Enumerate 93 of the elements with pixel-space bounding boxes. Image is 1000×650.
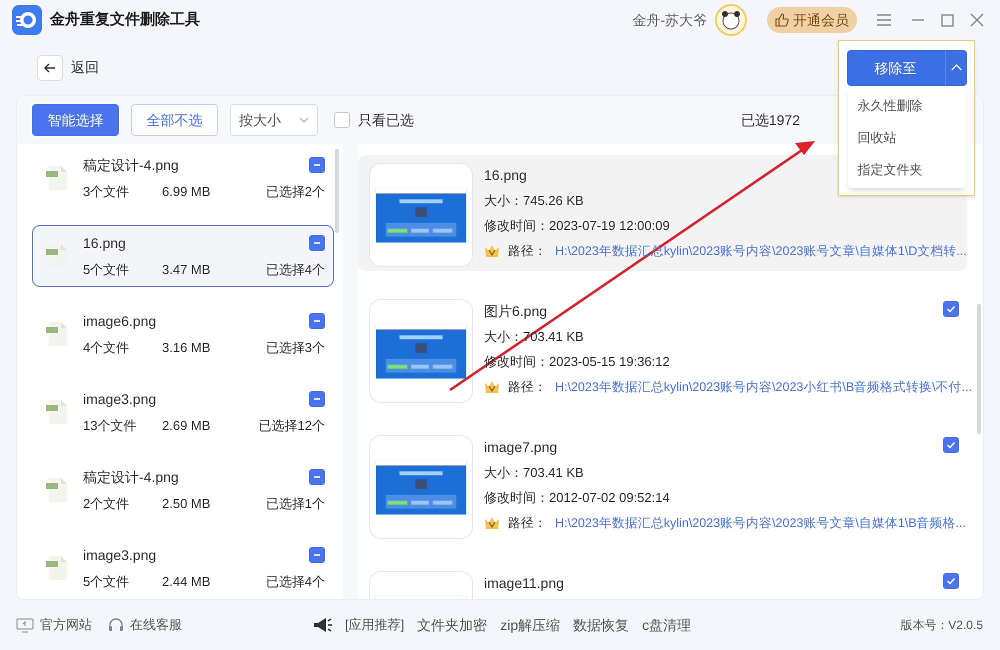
website-link[interactable]: 官方网站	[40, 615, 92, 635]
close-icon[interactable]	[970, 13, 984, 27]
promo-label: [应用推荐]	[345, 616, 404, 634]
support-link[interactable]: 在线客服	[130, 615, 182, 635]
app-logo-icon	[12, 5, 42, 35]
promo-link[interactable]: 数据恢复	[573, 614, 630, 636]
selected-summary: 已选1972	[740, 110, 800, 130]
chevron-down-icon	[299, 117, 309, 123]
group-file-count: 5个文件	[83, 260, 130, 279]
path-label: 路径：	[508, 379, 547, 396]
group-size: 2.44 MB	[162, 572, 210, 591]
file-size: 大小：745.26 KB	[484, 192, 584, 210]
group-size: 3.47 MB	[162, 260, 210, 279]
group-selected-count: 已选择3个	[266, 338, 325, 357]
checkbox[interactable]	[334, 112, 350, 128]
monitor-icon	[16, 618, 34, 632]
group-size: 2.50 MB	[162, 494, 210, 513]
avatar-icon[interactable]	[715, 4, 747, 36]
thumbs-up-icon	[775, 13, 789, 27]
group-name: image3.png	[83, 546, 156, 565]
checkbox[interactable]	[309, 469, 325, 486]
checkbox[interactable]	[309, 157, 325, 174]
crown-icon	[484, 516, 500, 530]
scrollbar[interactable]	[977, 304, 981, 434]
group-item[interactable]: 16.png 5个文件 3.47 MB 已选择4个	[32, 225, 334, 287]
vip-button[interactable]: 开通会员	[767, 7, 857, 33]
checkmark-icon	[946, 576, 956, 586]
group-item[interactable]: image3.png 5个文件 2.44 MB 已选择4个	[32, 537, 334, 599]
checkbox[interactable]	[943, 301, 959, 317]
checkbox[interactable]	[943, 573, 959, 589]
crown-icon	[484, 244, 500, 258]
menu-item[interactable]: 永久性删除	[848, 90, 966, 122]
move-to-button[interactable]: 移除至	[846, 50, 966, 86]
group-item[interactable]: 稿定设计-4.png 2个文件 2.50 MB 已选择1个	[32, 459, 334, 521]
group-selected-count: 已选择4个	[266, 572, 325, 591]
group-item[interactable]: image3.png 13个文件 2.69 MB 已选择12个	[32, 381, 334, 443]
group-selected-count: 已选择12个	[258, 416, 325, 435]
group-file-count: 2个文件	[83, 494, 130, 513]
version-label: 版本号：V2.0.5	[900, 617, 983, 634]
menu-icon[interactable]	[877, 14, 891, 26]
path-label: 路径：	[508, 243, 547, 260]
user-name: 金舟-苏大爷	[632, 10, 707, 30]
back-label[interactable]: 返回	[71, 57, 99, 78]
checkmark-icon	[946, 440, 956, 450]
group-item[interactable]: image6.png 4个文件 3.16 MB 已选择3个	[32, 303, 334, 365]
only-selected-label[interactable]: 只看已选	[358, 110, 414, 130]
window-title: 金舟重复文件删除工具	[50, 10, 200, 30]
file-name: 16.png	[484, 166, 527, 185]
promo-link[interactable]: 文件夹加密	[417, 614, 488, 636]
group-file-count: 4个文件	[83, 338, 130, 357]
scrollbar[interactable]	[335, 149, 339, 233]
checkmark-icon	[946, 304, 956, 314]
group-file-count: 5个文件	[83, 572, 130, 591]
file-name: image7.png	[484, 438, 558, 457]
menu-item[interactable]: 指定文件夹	[848, 154, 966, 186]
checkbox[interactable]	[309, 235, 325, 252]
back-arrow-button[interactable]	[37, 54, 63, 80]
checkbox[interactable]	[309, 547, 325, 564]
group-name: 16.png	[83, 234, 126, 253]
checkbox[interactable]	[309, 313, 325, 330]
maximize-icon[interactable]	[941, 14, 954, 26]
file-path[interactable]: H:\2023年数据汇总kylin\2023账号内容\2023账号文章\自媒体1\B音频格...	[555, 514, 966, 533]
group-size: 2.69 MB	[162, 416, 210, 435]
crown-icon	[484, 380, 500, 394]
sort-dropdown[interactable]: 按大小	[230, 104, 318, 136]
menu-item[interactable]: 回收站	[848, 122, 966, 154]
file-name: image11.png	[484, 574, 564, 593]
headset-icon	[108, 617, 124, 633]
megaphone-icon	[313, 617, 333, 633]
group-name: image3.png	[83, 390, 156, 409]
promo-link[interactable]: c盘清理	[642, 614, 692, 636]
modified-time: 修改时间：2012-07-02 09:52:14	[484, 488, 670, 506]
smart-select-button[interactable]: 智能选择	[32, 104, 119, 136]
group-size: 3.16 MB	[162, 338, 210, 357]
group-item[interactable]: 稿定设计-4.png 3个文件 6.99 MB 已选择2个	[32, 147, 334, 209]
file-name: 图片6.png	[484, 302, 548, 321]
path-label: 路径：	[508, 515, 547, 532]
deselect-all-button[interactable]: 全部不选	[131, 104, 218, 136]
file-size: 大小：703.41 KB	[484, 464, 584, 482]
group-selected-count: 已选择2个	[266, 182, 325, 201]
group-name: 稿定设计-4.png	[83, 468, 179, 487]
checkbox[interactable]	[309, 391, 325, 408]
checkbox[interactable]	[943, 437, 959, 453]
group-name: 稿定设计-4.png	[83, 156, 179, 175]
group-file-count: 3个文件	[83, 182, 130, 201]
group-file-count: 13个文件	[83, 416, 138, 435]
promo-link[interactable]: zip解压缩	[500, 614, 560, 636]
back-arrow-icon	[44, 62, 56, 74]
group-name: image6.png	[83, 312, 156, 331]
group-selected-count: 已选择1个	[266, 494, 325, 513]
modified-time: 修改时间：2023-07-19 12:00:09	[484, 216, 670, 234]
group-selected-count: 已选择4个	[266, 260, 325, 279]
group-size: 6.99 MB	[162, 182, 210, 201]
